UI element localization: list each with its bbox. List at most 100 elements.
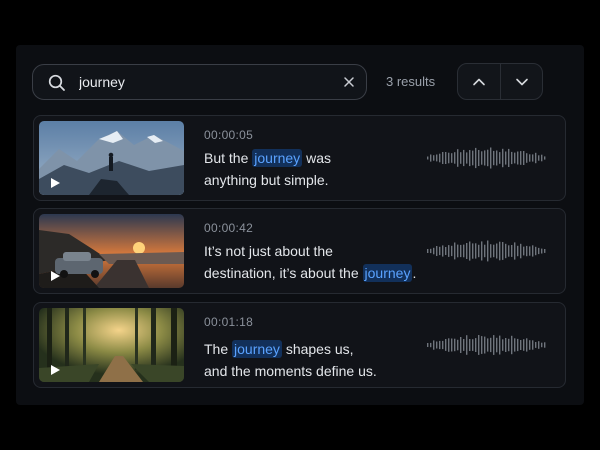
chevron-down-icon	[516, 78, 528, 86]
waveform-bar	[490, 147, 492, 169]
waveform-bar	[544, 249, 546, 253]
waveform-bar	[541, 342, 543, 348]
waveform-bar	[529, 340, 531, 350]
waveform-bar	[496, 243, 498, 259]
next-result-button[interactable]	[501, 64, 543, 99]
waveform-bar	[484, 244, 486, 258]
waveform-bar	[466, 243, 468, 259]
waveform-bar	[469, 339, 471, 351]
result-card[interactable]: 00:00:05 But the journey was anything bu…	[33, 115, 566, 201]
waveform-bar	[514, 242, 516, 260]
waveform-bar	[442, 340, 444, 350]
waveform-bar	[436, 154, 438, 162]
previous-result-button[interactable]	[458, 64, 500, 99]
waveform-bar	[493, 150, 495, 166]
waveform-bar	[526, 245, 528, 257]
search-match-highlight: journey	[252, 149, 303, 167]
waveform-bar	[472, 150, 474, 166]
waveform-bar	[433, 247, 435, 255]
waveform-icon	[427, 335, 546, 355]
waveform-bar	[517, 245, 519, 257]
waveform-bar	[514, 152, 516, 164]
waveform-bar	[520, 151, 522, 165]
waveform-bar	[538, 341, 540, 349]
waveform-bar	[532, 245, 534, 257]
waveform-bar	[523, 151, 525, 165]
waveform-bar	[532, 154, 534, 162]
waveform-bar	[520, 243, 522, 259]
waveform-bar	[496, 150, 498, 166]
video-thumbnail[interactable]	[39, 214, 184, 288]
timestamp: 00:00:05	[204, 128, 254, 142]
waveform-bar	[439, 246, 441, 256]
search-icon	[48, 74, 65, 91]
transcript-line: It’s not just about the	[204, 243, 333, 259]
waveform-bar	[484, 336, 486, 354]
waveform-bar	[514, 338, 516, 352]
waveform-bar	[475, 243, 477, 259]
clear-search-button[interactable]	[342, 75, 356, 89]
play-icon	[51, 178, 60, 188]
waveform-bar	[427, 156, 429, 160]
waveform-bar	[460, 152, 462, 164]
waveform-bar	[469, 241, 471, 261]
timestamp: 00:00:42	[204, 221, 254, 235]
waveform-bar	[529, 154, 531, 162]
waveform-bar	[463, 244, 465, 258]
waveform-bar	[544, 156, 546, 160]
waveform-bar	[538, 247, 540, 255]
waveform-bar	[517, 338, 519, 352]
video-thumbnail[interactable]	[39, 308, 184, 382]
waveform-bar	[487, 240, 489, 262]
waveform-bar	[493, 335, 495, 355]
waveform-bar	[523, 339, 525, 351]
waveform-bar	[460, 244, 462, 258]
waveform-bar	[493, 244, 495, 258]
waveform-bar	[526, 153, 528, 163]
waveform-bar	[496, 337, 498, 353]
waveform-bar	[541, 248, 543, 254]
waveform-bar	[529, 246, 531, 256]
waveform-bar	[445, 247, 447, 255]
waveform-bar	[487, 149, 489, 167]
waveform-bar	[436, 246, 438, 256]
waveform-bar	[472, 243, 474, 259]
waveform-bar	[466, 152, 468, 164]
search-match-highlight: journey	[232, 340, 282, 358]
waveform-bar	[448, 245, 450, 257]
waveform-bar	[541, 154, 543, 162]
waveform-bar	[433, 340, 435, 350]
waveform-bar	[475, 338, 477, 352]
waveform-bar	[445, 152, 447, 164]
waveform-bar	[505, 151, 507, 165]
waveform-bar	[466, 335, 468, 355]
waveform-bar	[499, 241, 501, 261]
waveform-bar	[451, 338, 453, 352]
waveform-bar	[463, 149, 465, 167]
waveform-bar	[439, 153, 441, 163]
waveform-bar	[481, 336, 483, 354]
waveform-bar	[535, 246, 537, 256]
waveform-bar	[478, 150, 480, 166]
chevron-up-icon	[473, 78, 485, 86]
waveform-bar	[454, 152, 456, 164]
transcript-line: destination, it’s about the journey.	[204, 264, 417, 282]
result-card[interactable]: 00:01:18 The journey shapes us, and the …	[33, 302, 566, 388]
waveform-bar	[436, 341, 438, 349]
play-icon	[51, 365, 60, 375]
waveform-bar	[490, 244, 492, 258]
waveform-bar	[427, 249, 429, 253]
waveform-bar	[511, 335, 513, 355]
results-count: 3 results	[386, 74, 436, 89]
waveform-bar	[448, 152, 450, 164]
waveform-bar	[502, 242, 504, 260]
result-card[interactable]: 00:00:42 It’s not just about the destina…	[33, 208, 566, 294]
search-input[interactable]	[79, 65, 329, 99]
waveform-bar	[481, 151, 483, 165]
video-thumbnail[interactable]	[39, 121, 184, 195]
waveform-bar	[454, 242, 456, 260]
search-bar[interactable]	[32, 64, 367, 100]
search-match-highlight: journey	[362, 264, 413, 282]
waveform-bar	[451, 153, 453, 163]
waveform-bar	[442, 245, 444, 257]
